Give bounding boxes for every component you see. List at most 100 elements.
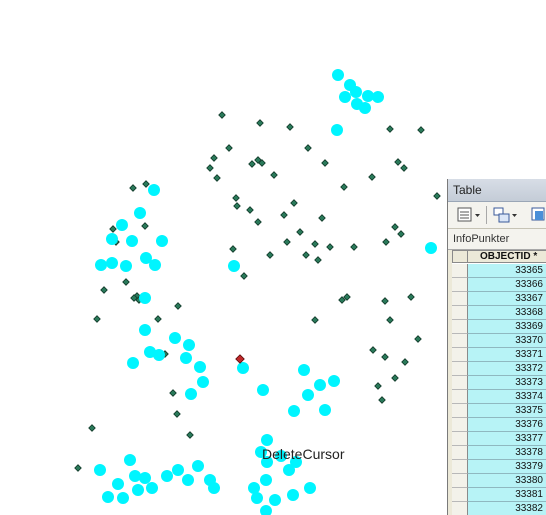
map-point <box>206 164 214 172</box>
map-point <box>290 199 298 207</box>
row-selector[interactable] <box>452 306 468 320</box>
table-row[interactable]: 33371 <box>452 348 546 362</box>
map-point <box>213 174 221 182</box>
table-row[interactable]: 33380 <box>452 474 546 488</box>
objectid-cell[interactable]: 33373 <box>468 376 546 390</box>
selected-map-point <box>153 349 165 361</box>
objectid-cell[interactable]: 33370 <box>468 334 546 348</box>
objectid-cell[interactable]: 33377 <box>468 432 546 446</box>
selected-map-point <box>161 470 173 482</box>
objectid-cell[interactable]: 33380 <box>468 474 546 488</box>
objectid-cell[interactable]: 33372 <box>468 362 546 376</box>
cursor-tooltip: DeleteCursor <box>262 446 345 462</box>
table-row[interactable]: 33372 <box>452 362 546 376</box>
table-row[interactable]: 33376 <box>452 418 546 432</box>
row-selector[interactable] <box>452 502 468 515</box>
row-selector[interactable] <box>452 460 468 474</box>
attribute-table-window[interactable]: Table InfoPunkter OBJECTID * 33365 33366 3… <box>447 179 546 515</box>
related-tables-icon[interactable] <box>492 206 520 224</box>
table-row[interactable]: 33366 <box>452 278 546 292</box>
selected-map-point <box>139 472 151 484</box>
map-point <box>129 184 137 192</box>
map-point <box>314 256 322 264</box>
row-selector[interactable] <box>452 348 468 362</box>
map-point <box>174 302 182 310</box>
row-selector[interactable] <box>452 320 468 334</box>
objectid-cell[interactable]: 33375 <box>468 404 546 418</box>
select-by-attributes-icon[interactable] <box>530 206 546 224</box>
selected-map-point <box>350 86 362 98</box>
table-title-bar[interactable]: Table <box>448 179 546 202</box>
row-selector[interactable] <box>452 264 468 278</box>
selected-map-point <box>269 494 281 506</box>
table-tab-infopunkter[interactable]: InfoPunkter <box>448 229 546 250</box>
map-point <box>173 410 181 418</box>
selected-map-point <box>149 259 161 271</box>
map-point <box>74 464 82 472</box>
map-point <box>256 119 264 127</box>
map-point <box>169 389 177 397</box>
table-row[interactable]: 33365 <box>452 264 546 278</box>
column-header-objectid[interactable]: OBJECTID * <box>468 250 546 263</box>
objectid-cell[interactable]: 33371 <box>468 348 546 362</box>
map-point <box>218 111 226 119</box>
map-point <box>225 144 233 152</box>
map-point <box>350 243 358 251</box>
table-row[interactable]: 33374 <box>452 390 546 404</box>
selected-map-point <box>102 491 114 503</box>
objectid-cell[interactable]: 33366 <box>468 278 546 292</box>
selected-map-point <box>425 242 437 254</box>
map-point <box>141 222 149 230</box>
objectid-cell[interactable]: 33382 <box>468 502 546 515</box>
objectid-cell[interactable]: 33376 <box>468 418 546 432</box>
row-selector[interactable] <box>452 446 468 460</box>
map-point <box>382 238 390 246</box>
map-point <box>142 180 150 188</box>
row-selector[interactable] <box>452 474 468 488</box>
selected-map-point <box>208 482 220 494</box>
table-row[interactable]: 33378 <box>452 446 546 460</box>
table-row[interactable]: 33367 <box>452 292 546 306</box>
table-row[interactable]: 33369 <box>452 320 546 334</box>
table-options-icon[interactable] <box>456 206 482 224</box>
map-point <box>93 315 101 323</box>
row-selector[interactable] <box>452 390 468 404</box>
selected-map-point <box>260 474 272 486</box>
table-row[interactable]: 33377 <box>452 432 546 446</box>
row-selector[interactable] <box>452 278 468 292</box>
objectid-cell[interactable]: 33374 <box>468 390 546 404</box>
row-selector[interactable] <box>452 376 468 390</box>
selected-map-point <box>106 233 118 245</box>
attribute-grid[interactable]: OBJECTID * 33365 33366 33367 33368 33369 3337… <box>452 250 546 515</box>
selected-map-point <box>127 357 139 369</box>
objectid-cell[interactable]: 33367 <box>468 292 546 306</box>
objectid-cell[interactable]: 33365 <box>468 264 546 278</box>
selected-map-point <box>314 379 326 391</box>
selected-map-point <box>169 332 181 344</box>
map-point <box>122 278 130 286</box>
table-row[interactable]: 33379 <box>452 460 546 474</box>
objectid-cell[interactable]: 33369 <box>468 320 546 334</box>
row-selector[interactable] <box>452 334 468 348</box>
table-row[interactable]: 33370 <box>452 334 546 348</box>
row-selector[interactable] <box>452 432 468 446</box>
row-selector[interactable] <box>452 292 468 306</box>
row-selector[interactable] <box>452 418 468 432</box>
table-row[interactable]: 33381 <box>452 488 546 502</box>
table-row[interactable]: 33375 <box>452 404 546 418</box>
table-row[interactable]: 33368 <box>452 306 546 320</box>
map-point <box>254 218 262 226</box>
table-row[interactable]: 33382 <box>452 502 546 515</box>
objectid-cell[interactable]: 33368 <box>468 306 546 320</box>
map-point <box>417 126 425 134</box>
objectid-cell[interactable]: 33379 <box>468 460 546 474</box>
table-row[interactable]: 33373 <box>452 376 546 390</box>
row-selector[interactable] <box>452 404 468 418</box>
map-point <box>109 225 117 233</box>
row-selector[interactable] <box>452 362 468 376</box>
map-point <box>100 286 108 294</box>
select-all-cell[interactable] <box>452 250 468 263</box>
objectid-cell[interactable]: 33378 <box>468 446 546 460</box>
objectid-cell[interactable]: 33381 <box>468 488 546 502</box>
row-selector[interactable] <box>452 488 468 502</box>
